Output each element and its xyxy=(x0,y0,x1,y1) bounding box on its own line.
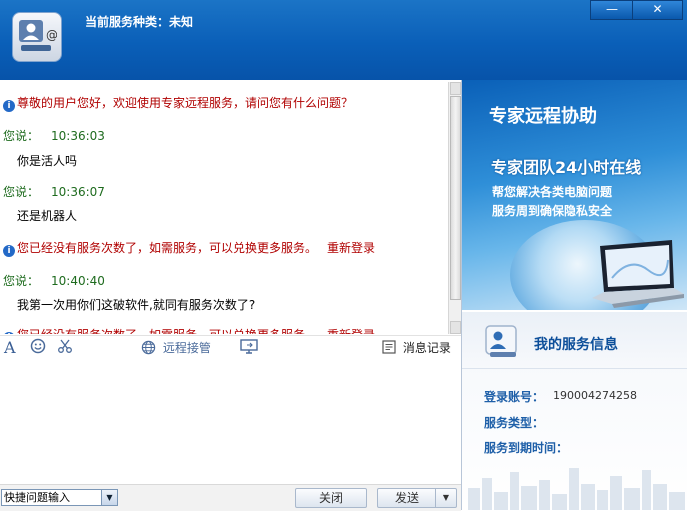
system-notice: i您已经没有服务次数了，如需服务，可以兑换更多服务。 重新登录 xyxy=(3,326,375,334)
system-notice: i您已经没有服务次数了，如需服务，可以兑换更多服务。重新登录 xyxy=(3,239,375,257)
message-history-button[interactable]: 消息记录 xyxy=(382,339,451,356)
scroll-up-icon[interactable] xyxy=(450,82,461,95)
banner-title: 专家远程协助 xyxy=(489,106,597,127)
message-time: 10:36:03 xyxy=(51,129,105,143)
history-icon xyxy=(382,340,396,354)
system-message: i 尊敬的用户您好，欢迎使用专家远程服务，请问您有什么问题？ xyxy=(3,94,353,112)
title-bar: @ 当前服务种类：未知 — ✕ xyxy=(0,0,687,80)
info-icon: i xyxy=(3,100,15,112)
send-options-chevron-icon[interactable]: ▼ xyxy=(435,489,456,507)
notice-text: 您已经没有服务次数了，如需服务，可以兑换更多服务。 xyxy=(17,328,317,334)
scroll-thumb[interactable] xyxy=(450,96,461,300)
chat-speaker-line: 您说： 10:40:40 xyxy=(3,272,105,289)
contact-avatar-icon: @ xyxy=(12,12,62,62)
info-icon: i xyxy=(3,332,15,334)
speaker-label: 您说： xyxy=(3,274,40,288)
system-greeting-text: 尊敬的用户您好，欢迎使用专家远程服务，请问您有什么问题？ xyxy=(17,96,354,110)
chat-message: 我第一次用你们这破软件,就同有服务次数了? xyxy=(17,298,256,312)
message-time: 10:36:07 xyxy=(51,185,105,199)
close-button[interactable]: 关闭 xyxy=(295,488,367,508)
quick-question-value: 快捷问题输入 xyxy=(4,491,70,504)
account-label: 登录账号： xyxy=(484,390,545,404)
emoji-icon[interactable] xyxy=(30,338,46,357)
notice-text: 您已经没有服务次数了，如需服务，可以兑换更多服务。 xyxy=(17,241,318,255)
info-icon: i xyxy=(3,245,15,257)
service-info-title: 我的服务信息 xyxy=(534,337,618,353)
input-toolbar: A 远程接管 消息记录 xyxy=(0,335,461,362)
minimize-icon[interactable]: — xyxy=(590,0,633,20)
relogin-link[interactable]: 重新登录 xyxy=(327,241,375,255)
service-info-header: 我的服务信息 xyxy=(462,312,687,369)
chevron-down-icon[interactable]: ▼ xyxy=(101,490,117,505)
send-button[interactable]: 发送 ▼ xyxy=(377,488,457,508)
service-type-label: 服务类型： xyxy=(484,416,545,430)
font-icon[interactable]: A xyxy=(4,338,16,357)
chat-scrollbar[interactable] xyxy=(448,82,462,334)
service-info-panel: 我的服务信息 登录账号： 190004274258 服务类型： 服务到期时间： xyxy=(462,312,687,510)
screenshot-scissors-icon[interactable] xyxy=(57,338,73,357)
send-label: 发送 xyxy=(394,491,419,505)
user-card-icon xyxy=(485,325,517,357)
city-skyline-graphic xyxy=(468,468,685,510)
banner-subtitle: 专家团队24小时在线 xyxy=(491,158,642,177)
scroll-down-icon[interactable] xyxy=(450,321,461,334)
close-icon[interactable]: ✕ xyxy=(632,0,683,20)
chat-speaker-line: 您说： 10:36:07 xyxy=(3,183,105,200)
account-value: 190004274258 xyxy=(553,389,637,402)
bottom-bar: 快捷问题输入 ▼ 关闭 发送 ▼ xyxy=(0,484,461,511)
message-history-label: 消息记录 xyxy=(402,341,451,355)
relogin-link[interactable]: 重新登录 xyxy=(327,328,375,334)
remote-control-button[interactable]: 远程接管 xyxy=(141,339,211,356)
speaker-label: 您说： xyxy=(3,185,40,199)
banner-line-1: 帮您解决各类电脑问题 xyxy=(492,185,613,199)
quick-question-select[interactable]: 快捷问题输入 ▼ xyxy=(1,489,118,506)
chat-message: 还是机器人 xyxy=(17,209,78,223)
laptop-icon xyxy=(592,240,684,308)
close-glyph: ✕ xyxy=(652,2,663,16)
message-input[interactable] xyxy=(0,362,461,482)
svg-text:@: @ xyxy=(46,28,57,42)
message-time: 10:40:40 xyxy=(51,274,105,288)
banner-line-2: 服务周到确保隐私安全 xyxy=(492,204,613,218)
monitor-icon[interactable] xyxy=(240,339,258,358)
minimize-glyph: — xyxy=(606,2,618,16)
right-panel: 专家远程协助 专家团队24小时在线 帮您解决各类电脑问题 服务周到确保隐私安全 … xyxy=(461,80,687,510)
window-title: 当前服务种类：未知 xyxy=(85,15,194,29)
remote-control-label: 远程接管 xyxy=(162,341,211,355)
globe-icon xyxy=(141,340,156,355)
chat-history[interactable]: i 尊敬的用户您好，欢迎使用专家远程服务，请问您有什么问题？ 您说： 10:36:0… xyxy=(0,82,448,334)
chat-message: 你是活人吗 xyxy=(17,154,78,168)
chat-speaker-line: 您说： 10:36:03 xyxy=(3,127,105,144)
service-expiry-label: 服务到期时间： xyxy=(484,441,569,455)
promo-banner: 专家远程协助 专家团队24小时在线 帮您解决各类电脑问题 服务周到确保隐私安全 xyxy=(462,80,687,310)
speaker-label: 您说： xyxy=(3,129,40,143)
